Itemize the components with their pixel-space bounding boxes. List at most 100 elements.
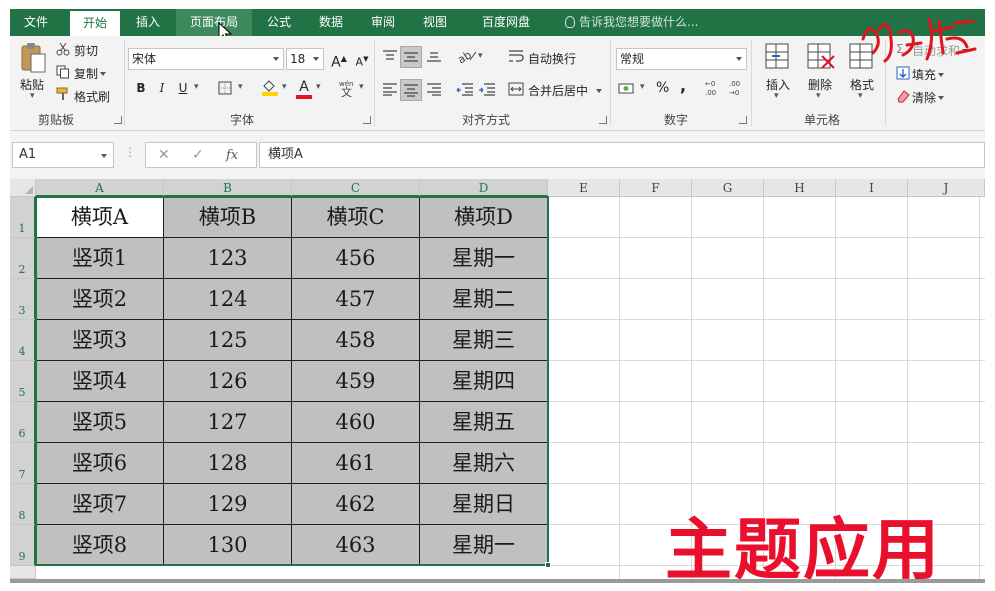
tab-formulas[interactable]: 公式 bbox=[258, 9, 300, 36]
align-top-icon[interactable] bbox=[382, 49, 398, 63]
align-left-icon[interactable] bbox=[382, 82, 398, 96]
tab-review[interactable]: 审阅 bbox=[362, 9, 404, 36]
cell-d9[interactable]: 星期一 bbox=[420, 525, 548, 566]
font-launcher-icon[interactable] bbox=[363, 116, 371, 124]
cell-d4[interactable]: 星期三 bbox=[420, 320, 548, 361]
decrease-decimal-icon[interactable]: .00→0 bbox=[728, 79, 748, 97]
cell-c4[interactable]: 458 bbox=[292, 320, 420, 361]
insert-function-icon[interactable]: fx bbox=[226, 148, 238, 163]
cell-a2[interactable]: 竖项1 bbox=[36, 238, 164, 279]
align-bottom-icon[interactable] bbox=[426, 49, 442, 63]
paste-dropdown-icon[interactable]: ▾ bbox=[30, 91, 35, 101]
cell-b8[interactable]: 129 bbox=[164, 484, 292, 525]
tab-data[interactable]: 数据 bbox=[310, 9, 352, 36]
cell-b3[interactable]: 124 bbox=[164, 279, 292, 320]
font-name-select[interactable]: 宋体 bbox=[128, 48, 284, 70]
column-header-a[interactable]: A bbox=[36, 179, 164, 197]
column-header-f[interactable]: F bbox=[620, 179, 692, 197]
copy-button[interactable]: 复制 bbox=[74, 65, 107, 82]
cell-d1[interactable]: 横项D bbox=[420, 197, 548, 238]
font-size-select[interactable]: 18 bbox=[286, 48, 324, 70]
cell-d6[interactable]: 星期五 bbox=[420, 402, 548, 443]
number-launcher-icon[interactable] bbox=[739, 116, 747, 124]
bold-button[interactable]: B bbox=[130, 77, 152, 99]
cell-a5[interactable]: 竖项4 bbox=[36, 361, 164, 402]
row-header-9[interactable]: 9 bbox=[10, 525, 36, 566]
column-header-b[interactable]: B bbox=[164, 179, 292, 197]
cell-a9[interactable]: 竖项8 bbox=[36, 525, 164, 566]
row-header-8[interactable]: 8 bbox=[10, 484, 36, 525]
italic-button[interactable]: I bbox=[151, 77, 173, 99]
fill-color-dropdown-icon[interactable]: ▾ bbox=[282, 82, 287, 92]
column-header-g[interactable]: G bbox=[692, 179, 764, 197]
align-right-icon[interactable] bbox=[426, 82, 442, 96]
decrease-indent-icon[interactable] bbox=[456, 82, 474, 96]
cancel-icon[interactable]: ✕ bbox=[158, 147, 170, 163]
increase-indent-icon[interactable] bbox=[478, 82, 496, 96]
column-header-c[interactable]: C bbox=[292, 179, 420, 197]
shrink-font-button[interactable]: A▼ bbox=[351, 48, 373, 70]
align-middle-button[interactable] bbox=[400, 46, 422, 68]
column-header-e[interactable]: E bbox=[548, 179, 620, 197]
cell-c2[interactable]: 456 bbox=[292, 238, 420, 279]
insert-dropdown-icon[interactable]: ▾ bbox=[774, 91, 779, 101]
delete-dropdown-icon[interactable]: ▾ bbox=[816, 91, 821, 101]
formula-input[interactable]: 横项A bbox=[259, 142, 985, 168]
accounting-dropdown-icon[interactable]: ▾ bbox=[640, 82, 645, 92]
clipboard-launcher-icon[interactable] bbox=[114, 116, 122, 124]
cell-c1[interactable]: 横项C bbox=[292, 197, 420, 238]
name-box[interactable]: A1 bbox=[12, 142, 114, 168]
worksheet-grid[interactable]: A B C D E F G H I J 1 2 3 4 5 6 7 8 9 横项… bbox=[10, 179, 985, 579]
cell-c3[interactable]: 457 bbox=[292, 279, 420, 320]
phonetic-dropdown-icon[interactable]: ▾ bbox=[359, 82, 364, 92]
underline-button[interactable]: U bbox=[172, 77, 194, 99]
cell-a1[interactable]: 横项A bbox=[36, 197, 164, 238]
orientation-dropdown-icon[interactable]: ▾ bbox=[478, 51, 483, 61]
cell-d7[interactable]: 星期六 bbox=[420, 443, 548, 484]
cell-b2[interactable]: 123 bbox=[164, 238, 292, 279]
accounting-format-icon[interactable] bbox=[618, 81, 636, 97]
cell-b5[interactable]: 126 bbox=[164, 361, 292, 402]
cell-b6[interactable]: 127 bbox=[164, 402, 292, 443]
format-dropdown-icon[interactable]: ▾ bbox=[858, 91, 863, 101]
cell-d5[interactable]: 星期四 bbox=[420, 361, 548, 402]
tab-view[interactable]: 视图 bbox=[414, 9, 456, 36]
cut-button[interactable]: 剪切 bbox=[74, 42, 98, 59]
clear-button[interactable]: 清除 bbox=[912, 89, 945, 106]
row-header-5[interactable]: 5 bbox=[10, 361, 36, 402]
row-header-4[interactable]: 4 bbox=[10, 320, 36, 361]
row-header-7[interactable]: 7 bbox=[10, 443, 36, 484]
alignment-launcher-icon[interactable] bbox=[599, 116, 607, 124]
fill-color-icon[interactable] bbox=[261, 80, 279, 96]
increase-decimal-icon[interactable]: ←0.00 bbox=[704, 79, 724, 97]
column-header-h[interactable]: H bbox=[764, 179, 836, 197]
column-header-i[interactable]: I bbox=[836, 179, 908, 197]
cell-a4[interactable]: 竖项3 bbox=[36, 320, 164, 361]
cell-c6[interactable]: 460 bbox=[292, 402, 420, 443]
phonetic-guide-icon[interactable]: wén文 bbox=[337, 79, 359, 97]
borders-icon[interactable] bbox=[218, 81, 232, 95]
row-header-2[interactable]: 2 bbox=[10, 238, 36, 279]
cell-d3[interactable]: 星期二 bbox=[420, 279, 548, 320]
cell-a8[interactable]: 竖项7 bbox=[36, 484, 164, 525]
cell-a6[interactable]: 竖项5 bbox=[36, 402, 164, 443]
cell-b1[interactable]: 横项B bbox=[164, 197, 292, 238]
tab-home[interactable]: 开始 bbox=[70, 11, 120, 36]
grow-font-button[interactable]: A▲ bbox=[328, 48, 350, 71]
fill-handle[interactable] bbox=[545, 562, 551, 568]
tab-insert[interactable]: 插入 bbox=[127, 9, 169, 36]
underline-dropdown-icon[interactable]: ▾ bbox=[194, 82, 199, 92]
tab-baidu-netdisk[interactable]: 百度网盘 bbox=[470, 9, 542, 36]
format-painter-button[interactable]: 格式刷 bbox=[74, 88, 110, 105]
align-center-button[interactable] bbox=[400, 79, 422, 101]
cell-c8[interactable]: 462 bbox=[292, 484, 420, 525]
row-header-1[interactable]: 1 bbox=[10, 197, 36, 238]
cell-c9[interactable]: 463 bbox=[292, 525, 420, 566]
cell-b7[interactable]: 128 bbox=[164, 443, 292, 484]
tab-page-layout[interactable]: 页面布局 bbox=[176, 9, 252, 36]
cell-a7[interactable]: 竖项6 bbox=[36, 443, 164, 484]
number-format-select[interactable]: 常规 bbox=[616, 48, 747, 70]
column-header-d[interactable]: D bbox=[420, 179, 548, 197]
comma-style-button[interactable]: , bbox=[680, 76, 686, 95]
tab-file[interactable]: 文件 bbox=[10, 9, 62, 36]
